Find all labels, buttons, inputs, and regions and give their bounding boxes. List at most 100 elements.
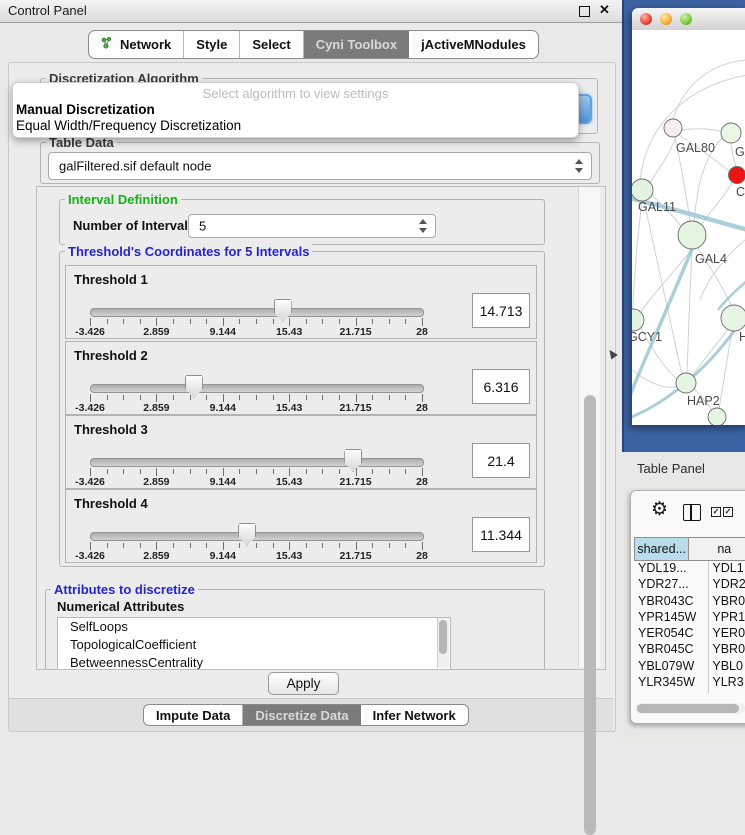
close-icon[interactable]: ✕ <box>599 2 610 18</box>
table-row[interactable]: YDR27...YDR2 <box>634 577 745 593</box>
table-cell-name: YLR3 <box>708 675 745 691</box>
gear-icon[interactable]: ⚙ <box>651 500 668 519</box>
network-edge[interactable] <box>640 249 692 314</box>
slider-tick-label: -3.426 <box>75 402 105 414</box>
threshold-row-4: Threshold 4-3.4262.8599.14415.4321.71528… <box>65 489 537 563</box>
bottom-tab-infer-network[interactable]: Infer Network <box>361 705 468 725</box>
table-data-combobox[interactable]: galFiltered.sif default node <box>48 152 592 180</box>
table-cell-shared-name: YER054C <box>634 626 708 642</box>
threshold-slider-track[interactable] <box>90 532 424 541</box>
network-edge[interactable] <box>692 328 729 377</box>
attributes-scrollbar[interactable] <box>437 618 449 668</box>
network-edge[interactable] <box>681 129 722 132</box>
top-tab-bar: NetworkStyleSelectCyni ToolboxjActiveMNo… <box>88 30 539 59</box>
algorithm-option-equal-width[interactable]: Equal Width/Frequency Discretization <box>16 118 241 133</box>
network-node[interactable] <box>708 408 726 425</box>
network-node-gal11[interactable] <box>632 179 653 201</box>
threshold-slider-track[interactable] <box>90 384 424 393</box>
settings-scrollbar-thumb[interactable] <box>584 395 596 835</box>
checkbox-icon[interactable]: ✓ <box>711 507 721 517</box>
bottom-tab-impute-data[interactable]: Impute Data <box>144 705 243 725</box>
number-of-intervals-combobox[interactable]: 5 <box>188 214 436 238</box>
table-horizontal-scrollbar[interactable] <box>635 703 745 714</box>
network-window-titlebar[interactable] <box>632 8 745 31</box>
tab-network[interactable]: Network <box>89 31 184 58</box>
attribute-list-item[interactable]: TopologicalCoefficient <box>58 636 450 654</box>
threshold-value-field[interactable]: 6.316 <box>472 369 530 404</box>
slider-tick-label: 21.715 <box>340 476 372 488</box>
bottom-tab-bar: Impute DataDiscretize DataInfer Network <box>143 704 469 726</box>
apply-button[interactable]: Apply <box>268 672 339 695</box>
threshold-value-field[interactable]: 11.344 <box>472 517 530 552</box>
network-node-c[interactable] <box>729 167 745 184</box>
combobox-stepper-icon[interactable] <box>419 219 428 233</box>
slider-tick <box>190 469 191 474</box>
network-node-ga[interactable] <box>721 123 741 143</box>
algorithm-option-manual[interactable]: Manual Discretization <box>16 102 155 117</box>
network-node-gal80[interactable] <box>664 119 682 137</box>
network-graph-canvas[interactable]: GAL80GACGAL11GAL4GCY1HHAP2 <box>632 30 745 425</box>
threshold-slider-handle[interactable] <box>185 375 203 398</box>
bottom-tab-discretize-data[interactable]: Discretize Data <box>243 705 360 725</box>
tab-jactivemnodules[interactable]: jActiveMNodules <box>409 31 538 58</box>
network-node-label: GAL4 <box>695 252 727 266</box>
attributes-scrollbar-thumb[interactable] <box>439 620 447 654</box>
network-node-gal4[interactable] <box>678 221 706 249</box>
column-header-name[interactable]: na <box>689 537 745 561</box>
threshold-slider-handle[interactable] <box>238 523 256 546</box>
table-cell-name: YDR2 <box>708 577 745 593</box>
slider-tick <box>405 319 406 324</box>
network-edge[interactable] <box>650 137 676 183</box>
numerical-attributes-list[interactable]: SelfLoopsTopologicalCoefficientBetweenne… <box>57 617 451 670</box>
threshold-row-3: Threshold 3-3.4262.8599.14415.4321.71528… <box>65 415 537 489</box>
tab-cyni-toolbox[interactable]: Cyni Toolbox <box>304 31 409 58</box>
threshold-value-field[interactable]: 14.713 <box>472 293 530 328</box>
column-header-shared-name[interactable]: shared... <box>634 537 689 561</box>
threshold-slider-track[interactable] <box>90 308 424 317</box>
network-node-hap2[interactable] <box>676 373 696 393</box>
slider-tick <box>223 468 224 476</box>
threshold-value-field[interactable]: 21.4 <box>472 443 530 478</box>
table-row[interactable]: YBR045CYBR0 <box>634 642 745 658</box>
slider-tick <box>173 469 174 474</box>
network-edge[interactable] <box>633 201 642 309</box>
network-node-gcy1[interactable] <box>632 309 644 331</box>
threshold-slider-track[interactable] <box>90 458 424 467</box>
table-horizontal-scrollbar-thumb[interactable] <box>637 704 739 713</box>
combobox-stepper-icon[interactable] <box>575 159 584 173</box>
table-row[interactable]: YPR145WYPR1 <box>634 610 745 626</box>
network-node-h[interactable] <box>721 305 745 331</box>
checkbox-icon[interactable]: ✓ <box>723 507 733 517</box>
float-window-icon[interactable] <box>579 6 590 17</box>
threshold-slider-handle[interactable] <box>344 449 362 472</box>
attribute-list-item[interactable]: BetweennessCentrality <box>58 654 450 670</box>
control-panel-title: Control Panel <box>8 3 87 18</box>
mac-close-icon[interactable] <box>640 13 652 25</box>
settings-scrollbar[interactable] <box>578 187 600 667</box>
slider-tick-label: 9.144 <box>210 550 236 562</box>
network-edge[interactable] <box>687 249 692 373</box>
split-columns-icon[interactable] <box>683 504 701 521</box>
mac-minimize-icon[interactable] <box>660 13 672 25</box>
slider-tick <box>256 319 257 324</box>
mac-zoom-icon[interactable] <box>680 13 692 25</box>
table-row[interactable]: YIL052CYIL0 <box>634 691 745 693</box>
table-row[interactable]: YDL19...YDL1 <box>634 561 745 577</box>
slider-tick <box>206 543 207 548</box>
tab-select[interactable]: Select <box>240 31 303 58</box>
tab-style[interactable]: Style <box>184 31 240 58</box>
table-row[interactable]: YBR043CYBR0 <box>634 594 745 610</box>
slider-tick-label: 15.43 <box>276 550 302 562</box>
table-row[interactable]: YBL079WYBL0 <box>634 659 745 675</box>
slider-tick <box>107 543 108 548</box>
attribute-list-item[interactable]: SelfLoops <box>58 618 450 636</box>
table-row[interactable]: YLR345WYLR3 <box>634 675 745 691</box>
network-edge[interactable] <box>700 240 745 300</box>
network-edge[interactable] <box>673 60 745 119</box>
slider-tick <box>256 469 257 474</box>
table-row[interactable]: YER054CYER0 <box>634 626 745 642</box>
network-node-label: H <box>739 330 745 344</box>
slider-tick <box>123 469 124 474</box>
thresholds-group-title: Threshold's Coordinates for 5 Intervals <box>65 244 312 259</box>
slider-tick <box>239 395 240 400</box>
